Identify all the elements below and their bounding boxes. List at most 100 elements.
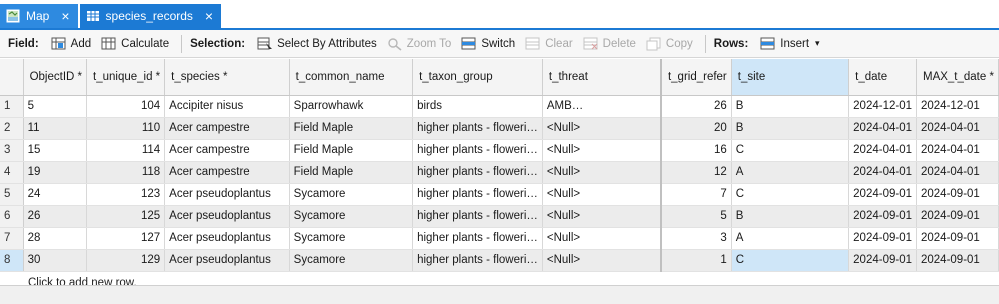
cell-t-threat[interactable]: AMB… bbox=[542, 95, 662, 118]
cell-max-t-date[interactable]: 2024-09-01 bbox=[916, 249, 999, 272]
column-header-t-unique-id[interactable]: t_unique_id * bbox=[86, 59, 166, 96]
cell-t-grid-refer[interactable]: 7 bbox=[659, 183, 732, 206]
cell-max-t-date[interactable]: 2024-12-01 bbox=[916, 95, 999, 118]
cell-t-species[interactable]: Acer campestre bbox=[164, 139, 290, 162]
row-number[interactable]: 7 bbox=[0, 227, 24, 250]
close-icon[interactable]: × bbox=[61, 9, 69, 23]
column-header-objectid[interactable]: ObjectID * bbox=[23, 59, 88, 96]
cell-t-species[interactable]: Acer pseudoplantus bbox=[164, 205, 290, 228]
cell-t-date[interactable]: 2024-09-01 bbox=[848, 249, 917, 272]
table-row[interactable]: 1 5 104 Accipiter nisus Sparrowhawk birds AMB…… bbox=[0, 95, 999, 118]
cell-t-grid-refer[interactable]: 3 bbox=[659, 227, 732, 250]
cell-t-grid-refer[interactable]: 12 bbox=[659, 161, 732, 184]
cell-t-taxon-group[interactable]: higher plants - floweri… bbox=[412, 183, 543, 206]
row-number[interactable]: 6 bbox=[0, 205, 24, 228]
cell-t-taxon-group[interactable]: higher plants - floweri… bbox=[412, 117, 543, 140]
cell-t-common-name[interactable]: Sycamore bbox=[289, 183, 414, 206]
table-row[interactable]: 3 15 114 Acer campestre Field Maple higher pl… bbox=[0, 139, 999, 162]
table-row[interactable]: 5 24 123 Acer pseudoplantus Sycamore higher p… bbox=[0, 183, 999, 206]
cell-t-grid-refer[interactable]: 16 bbox=[659, 139, 732, 162]
cell-t-taxon-group[interactable]: higher plants - floweri… bbox=[412, 227, 543, 250]
row-number[interactable]: 2 bbox=[0, 117, 24, 140]
cell-objectid[interactable]: 24 bbox=[23, 183, 88, 206]
cell-t-site[interactable]: B bbox=[731, 117, 850, 140]
table-row[interactable]: 6 26 125 Acer pseudoplantus Sycamore higher p… bbox=[0, 205, 999, 228]
cell-t-species[interactable]: Acer pseudoplantus bbox=[164, 249, 290, 272]
cell-t-common-name[interactable]: Field Maple bbox=[289, 117, 414, 140]
switch-selection-button[interactable]: Switch bbox=[457, 35, 519, 53]
cell-t-taxon-group[interactable]: higher plants - floweri… bbox=[412, 139, 543, 162]
cell-t-grid-refer[interactable]: 26 bbox=[659, 95, 732, 118]
cell-t-site[interactable]: C bbox=[731, 183, 850, 206]
cell-t-grid-refer[interactable]: 5 bbox=[659, 205, 732, 228]
cell-t-site[interactable]: C bbox=[731, 139, 850, 162]
cell-t-grid-refer[interactable]: 1 bbox=[659, 249, 732, 272]
cell-objectid[interactable]: 5 bbox=[23, 95, 88, 118]
cell-t-unique-id[interactable]: 129 bbox=[86, 249, 166, 272]
cell-max-t-date[interactable]: 2024-04-01 bbox=[916, 117, 999, 140]
cell-t-unique-id[interactable]: 114 bbox=[86, 139, 166, 162]
cell-t-species[interactable]: Acer campestre bbox=[164, 161, 290, 184]
cell-max-t-date[interactable]: 2024-09-01 bbox=[916, 205, 999, 228]
table-row[interactable]: 4 19 118 Acer campestre Field Maple higher pl… bbox=[0, 161, 999, 184]
close-icon[interactable]: × bbox=[205, 9, 213, 23]
cell-t-date[interactable]: 2024-12-01 bbox=[848, 95, 917, 118]
cell-t-species[interactable]: Acer pseudoplantus bbox=[164, 227, 290, 250]
row-number[interactable]: 5 bbox=[0, 183, 24, 206]
cell-t-site[interactable]: B bbox=[731, 95, 850, 118]
insert-row-dropdown[interactable]: Insert ▾ bbox=[756, 35, 823, 53]
cell-t-species[interactable]: Acer pseudoplantus bbox=[164, 183, 290, 206]
tab-species-records[interactable]: species_records × bbox=[79, 4, 222, 28]
cell-t-date[interactable]: 2024-09-01 bbox=[848, 183, 917, 206]
cell-t-unique-id[interactable]: 125 bbox=[86, 205, 166, 228]
cell-t-unique-id[interactable]: 110 bbox=[86, 117, 166, 140]
cell-t-site[interactable]: C bbox=[731, 249, 850, 272]
cell-t-unique-id[interactable]: 127 bbox=[86, 227, 166, 250]
clear-selection-button[interactable]: Clear bbox=[521, 35, 576, 53]
cell-t-common-name[interactable]: Field Maple bbox=[289, 161, 414, 184]
cell-objectid[interactable]: 28 bbox=[23, 227, 88, 250]
cell-t-common-name[interactable]: Sycamore bbox=[289, 249, 414, 272]
cell-t-common-name[interactable]: Sycamore bbox=[289, 205, 414, 228]
cell-t-threat[interactable]: <Null> bbox=[542, 117, 662, 140]
table-row[interactable]: 8 30 129 Acer pseudoplantus Sycamore higher p… bbox=[0, 249, 999, 272]
calculate-field-button[interactable]: Calculate bbox=[97, 35, 173, 53]
cell-t-threat[interactable]: <Null> bbox=[542, 227, 662, 250]
table-row[interactable]: 2 11 110 Acer campestre Field Maple higher pl… bbox=[0, 117, 999, 140]
column-header-t-species[interactable]: t_species * bbox=[164, 59, 290, 96]
cell-objectid[interactable]: 26 bbox=[23, 205, 88, 228]
cell-t-species[interactable]: Acer campestre bbox=[164, 117, 290, 140]
cell-t-common-name[interactable]: Field Maple bbox=[289, 139, 414, 162]
column-header-t-grid-refer[interactable]: t_grid_refer bbox=[659, 59, 732, 96]
cell-t-unique-id[interactable]: 118 bbox=[86, 161, 166, 184]
cell-t-taxon-group[interactable]: higher plants - floweri… bbox=[412, 205, 543, 228]
add-field-button[interactable]: Add bbox=[47, 35, 95, 53]
cell-t-taxon-group[interactable]: higher plants - floweri… bbox=[412, 249, 543, 272]
cell-t-common-name[interactable]: Sparrowhawk bbox=[289, 95, 414, 118]
cell-t-threat[interactable]: <Null> bbox=[542, 249, 662, 272]
cell-t-taxon-group[interactable]: higher plants - floweri… bbox=[412, 161, 543, 184]
cell-t-site[interactable]: A bbox=[731, 227, 850, 250]
cell-t-threat[interactable]: <Null> bbox=[542, 183, 662, 206]
cell-objectid[interactable]: 30 bbox=[23, 249, 88, 272]
cell-max-t-date[interactable]: 2024-04-01 bbox=[916, 161, 999, 184]
cell-t-date[interactable]: 2024-04-01 bbox=[848, 139, 917, 162]
cell-max-t-date[interactable]: 2024-09-01 bbox=[916, 227, 999, 250]
column-header-t-threat[interactable]: t_threat bbox=[542, 59, 662, 96]
cell-t-date[interactable]: 2024-09-01 bbox=[848, 227, 917, 250]
row-number[interactable]: 4 bbox=[0, 161, 24, 184]
cell-t-grid-refer[interactable]: 20 bbox=[659, 117, 732, 140]
cell-t-threat[interactable]: <Null> bbox=[542, 161, 662, 184]
select-by-attributes-button[interactable]: Select By Attributes bbox=[253, 35, 381, 53]
cell-t-unique-id[interactable]: 104 bbox=[86, 95, 166, 118]
cell-objectid[interactable]: 19 bbox=[23, 161, 88, 184]
column-header-t-date[interactable]: t_date bbox=[848, 59, 917, 96]
cell-t-site[interactable]: A bbox=[731, 161, 850, 184]
row-number[interactable]: 1 bbox=[0, 95, 24, 118]
table-row[interactable]: 7 28 127 Acer pseudoplantus Sycamore higher p… bbox=[0, 227, 999, 250]
row-number[interactable]: 3 bbox=[0, 139, 24, 162]
column-header-max-t-date[interactable]: MAX_t_date * bbox=[916, 59, 999, 96]
column-header-t-site[interactable]: t_site bbox=[731, 59, 850, 96]
cell-t-species[interactable]: Accipiter nisus bbox=[164, 95, 290, 118]
cell-t-unique-id[interactable]: 123 bbox=[86, 183, 166, 206]
